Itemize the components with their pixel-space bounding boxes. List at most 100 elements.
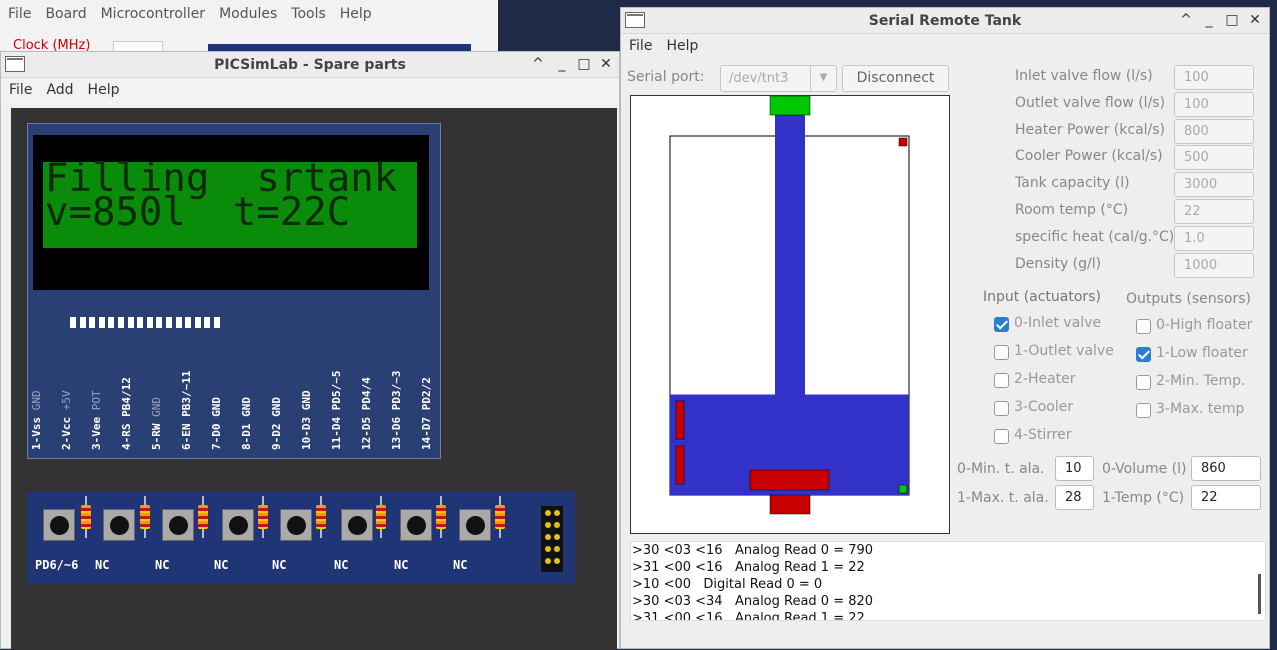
output-checkbox[interactable] (1136, 319, 1151, 334)
push-button[interactable] (400, 509, 432, 541)
push-button[interactable] (162, 509, 194, 541)
lcd-pin-label: 5-RW GND (150, 397, 163, 450)
button-pin-label: NC (95, 558, 110, 572)
max-temp-alarm-label: 1-Max. t. ala. (957, 490, 1049, 506)
param-label: specific heat (cal/g.°C) (1015, 228, 1175, 245)
param-label: Outlet valve flow (l/s) (1015, 94, 1166, 111)
menu-modules[interactable]: Modules (211, 2, 283, 22)
tank-titlebar[interactable]: Serial Remote Tank ^ _ □ ✕ (621, 8, 1269, 34)
push-button[interactable] (459, 509, 491, 541)
lcd-pin-label: 1-Vss GND (30, 390, 43, 450)
minimize-icon[interactable]: _ (1200, 11, 1218, 29)
log-line: >10 <00 Digital Read 0 = 0 (632, 577, 823, 592)
menu-help[interactable]: Help (332, 2, 378, 22)
param-label: Room temp (°C) (1015, 202, 1129, 218)
lcd-pin-label: 9-D2 GND (270, 397, 283, 450)
button-pin-label: NC (453, 558, 468, 572)
maximize-icon[interactable]: □ (1223, 11, 1241, 29)
lcd-pin-label: 4-RS PB4/12 (120, 377, 133, 450)
close-icon[interactable]: ✕ (1246, 11, 1264, 29)
close-icon[interactable]: ✕ (597, 55, 615, 73)
input-checkbox[interactable] (994, 373, 1009, 388)
input-checkbox[interactable] (994, 429, 1009, 444)
param-label: Inlet valve flow (l/s) (1015, 68, 1153, 84)
temp-input[interactable]: 22 (1191, 485, 1261, 510)
minimize-icon[interactable]: _ (553, 55, 571, 73)
resistor (316, 496, 326, 538)
param-input[interactable]: 800 (1174, 118, 1254, 144)
push-button[interactable] (280, 509, 312, 541)
parts-menubar: File Add Help (1, 78, 619, 104)
tank-canvas (630, 95, 950, 534)
param-label: Heater Power (kcal/s) (1015, 121, 1166, 138)
shade-icon[interactable]: ^ (1177, 11, 1195, 29)
output-checkbox[interactable] (1136, 375, 1151, 390)
high-floater-sensor (898, 137, 908, 147)
push-button[interactable] (341, 509, 373, 541)
output-checkbox[interactable] (1136, 403, 1151, 418)
max-temp-alarm-input[interactable]: 28 (1055, 485, 1094, 510)
param-input[interactable]: 22 (1174, 199, 1254, 224)
inlet-valve (769, 95, 811, 116)
log-line: >30 <03 <34 Analog Read 0 = 820 (632, 594, 874, 609)
low-floater-sensor (898, 484, 908, 494)
param-input[interactable]: 3000 (1174, 172, 1254, 198)
maximize-icon[interactable]: □ (575, 55, 593, 73)
menu-microcontroller[interactable]: Microcontroller (93, 2, 211, 22)
spare-parts-window: PICSimLab - Spare parts ^ _ □ ✕ File Add H… (0, 51, 620, 650)
cooler-element (675, 400, 685, 440)
serial-port-select[interactable]: /dev/tnt3 ▼ (720, 65, 837, 92)
lcd-pin-label: 7-D0 GND (210, 397, 223, 450)
push-button[interactable] (43, 509, 75, 541)
param-input[interactable]: 100 (1174, 91, 1254, 117)
input-label: 3-Cooler (1014, 399, 1074, 415)
button-pin-label: NC (272, 558, 287, 572)
parts-titlebar[interactable]: PICSimLab - Spare parts ^ _ □ ✕ (1, 52, 619, 78)
serial-log[interactable]: >30 <03 <16 Analog Read 0 = 790 >31 <00 <… (630, 541, 1266, 621)
log-scrollbar[interactable] (1258, 574, 1261, 614)
serial-port-label: Serial port: (627, 69, 705, 85)
input-checkbox[interactable] (994, 317, 1009, 332)
push-buttons-part[interactable]: PD6/~6 NC NC NC NC NC NC NC (27, 492, 575, 584)
menu-tools[interactable]: Tools (283, 2, 332, 22)
param-input[interactable]: 1.0 (1174, 225, 1254, 251)
lcd-pin-label: 14-D7 PD2/2 (420, 377, 433, 450)
min-temp-alarm-input[interactable]: 10 (1055, 456, 1094, 481)
menu-board[interactable]: Board (37, 2, 92, 22)
lcd-pin-label: 3-Vee POT (90, 390, 103, 450)
push-button[interactable] (103, 509, 135, 541)
parts-menu-file[interactable]: File (1, 78, 38, 98)
shade-icon[interactable]: ^ (529, 55, 547, 73)
button-pin-label: NC (394, 558, 409, 572)
param-label: Density (g/l) (1015, 255, 1102, 272)
param-input[interactable]: 500 (1174, 145, 1254, 171)
parts-menu-help[interactable]: Help (80, 78, 126, 98)
button-pin-label: PD6/~6 (35, 558, 79, 572)
output-label: 1-Low floater (1156, 345, 1248, 361)
tank-menu-file[interactable]: File (621, 34, 658, 54)
lcd-pin-header (70, 316, 224, 328)
push-button[interactable] (222, 509, 254, 541)
volume-input[interactable]: 860 (1191, 456, 1261, 481)
input-checkbox[interactable] (994, 401, 1009, 416)
lcd-part[interactable]: Filling srtank v=850l t=22C 1-Vss GND 2-Vc… (27, 123, 441, 459)
stirrer (749, 469, 830, 491)
inlet-pipe (775, 114, 805, 395)
lcd-pin-labels: 1-Vss GND 2-Vcc +5V 3-Vee POT 4-RS PB4/12 5-… (28, 332, 442, 460)
volume-label: 0-Volume (l) (1102, 461, 1187, 477)
log-line: >31 <00 <16 Analog Read 1 = 22 (632, 611, 865, 621)
menu-file[interactable]: File (0, 2, 37, 22)
parts-canvas[interactable]: Filling srtank v=850l t=22C 1-Vss GND 2-Vc… (11, 108, 617, 650)
input-checkbox[interactable] (994, 345, 1009, 360)
param-label: Tank capacity (l) (1015, 175, 1130, 192)
output-checkbox[interactable] (1136, 347, 1151, 362)
tank-menu-help[interactable]: Help (658, 34, 704, 54)
disconnect-button[interactable]: Disconnect (842, 65, 949, 92)
parts-menu-add[interactable]: Add (38, 78, 79, 98)
lcd-pin-label: 11-D4 PD5/~5 (330, 370, 343, 451)
param-input[interactable]: 1000 (1174, 252, 1254, 278)
input-label: 0-Inlet valve (1014, 315, 1102, 331)
chevron-down-icon: ▼ (810, 66, 836, 91)
param-input[interactable]: 100 (1174, 65, 1254, 90)
heater-element (675, 445, 685, 485)
